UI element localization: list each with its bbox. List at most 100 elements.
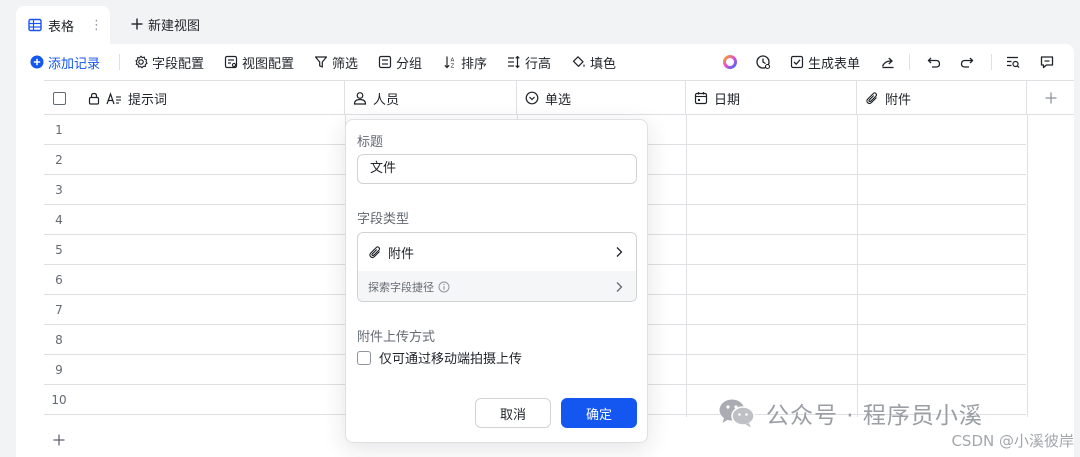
column-header-prompt[interactable]: 提示词: [74, 81, 345, 115]
table-icon: [28, 18, 42, 32]
row-number: 10: [51, 393, 67, 407]
group-button[interactable]: 分组: [378, 52, 422, 72]
column-label: 人员: [373, 92, 400, 108]
column-header-person[interactable]: 人员: [345, 81, 517, 115]
field-config-label: 字段配置: [152, 56, 205, 72]
tab-grid-view[interactable]: 表格 ⋮: [16, 6, 110, 44]
mobile-only-option[interactable]: 仅可通过移动端拍摄上传: [357, 348, 522, 367]
wechat-icon: [718, 397, 756, 429]
info-icon[interactable]: [438, 281, 450, 293]
column-header-date[interactable]: 日期: [686, 81, 857, 115]
csdn-credit: CSDN @小溪彼岸: [951, 432, 1074, 450]
undo-icon[interactable]: [924, 52, 944, 72]
column-label: 单选: [545, 92, 572, 108]
row-number: 1: [55, 123, 63, 137]
fill-color-label: 填色: [590, 56, 617, 72]
lock-icon: [88, 92, 100, 105]
row-number: 3: [55, 183, 63, 197]
toolbar-divider: [909, 54, 910, 70]
tab-more-icon[interactable]: ⋮: [90, 18, 103, 33]
text-field-icon: [106, 91, 122, 105]
filter-button[interactable]: 筛选: [314, 52, 358, 72]
mobile-only-label: 仅可通过移动端拍摄上传: [379, 352, 523, 367]
grid-header: 提示词 人员 单选 日期 附件: [44, 81, 1074, 115]
explore-shortcut-row[interactable]: 探索字段捷径: [358, 271, 636, 301]
sort-label: 排序: [461, 56, 488, 72]
chevron-right-icon: [614, 246, 624, 258]
gear-icon: [134, 55, 148, 69]
generate-form-label: 生成表单: [808, 56, 861, 72]
field-title-input[interactable]: 文件: [357, 154, 637, 184]
toolbar-divider: [119, 54, 120, 70]
group-icon: [378, 55, 392, 69]
watermark-text: 公众号 · 程序员小溪: [766, 403, 983, 429]
attachment-icon: [368, 245, 382, 259]
column-header-attachment[interactable]: 附件: [857, 81, 1027, 115]
new-view-button[interactable]: 新建视图: [130, 12, 200, 36]
redo-icon[interactable]: [957, 52, 977, 72]
field-config-button[interactable]: 字段配置: [134, 52, 204, 72]
chevron-right-icon: [614, 281, 624, 293]
sort-button[interactable]: AZ 排序: [443, 52, 487, 72]
plus-icon: [130, 17, 144, 31]
row-number: 5: [55, 243, 63, 257]
automation-clock-icon[interactable]: [753, 52, 773, 72]
select-all-checkbox[interactable]: [52, 91, 66, 105]
column-divider: [1027, 115, 1028, 417]
plus-icon: [1044, 91, 1058, 105]
plus-icon: [52, 433, 66, 447]
filter-icon: [314, 55, 328, 69]
fill-color-button[interactable]: 填色: [572, 52, 616, 72]
date-field-icon: [694, 91, 708, 105]
single-select-icon: [525, 91, 539, 105]
column-label: 日期: [714, 92, 741, 108]
row-height-label: 行高: [525, 56, 552, 72]
tab-grid-view-label: 表格: [48, 19, 75, 35]
add-circle-icon: [30, 55, 44, 69]
upload-method-label: 附件上传方式: [357, 330, 436, 345]
group-label: 分组: [396, 56, 423, 72]
find-replace-icon[interactable]: [1003, 52, 1023, 72]
field-type-value: 附件: [388, 246, 415, 262]
add-row-button[interactable]: [44, 425, 74, 455]
ai-assistant-icon[interactable]: [720, 52, 740, 72]
select-all-cell[interactable]: [44, 81, 74, 115]
row-number: 2: [55, 153, 63, 167]
generate-form-button[interactable]: 生成表单: [790, 52, 860, 72]
share-icon[interactable]: [878, 52, 898, 72]
column-label: 提示词: [128, 92, 168, 108]
row-number: 9: [55, 363, 63, 377]
confirm-button[interactable]: 确定: [561, 398, 637, 428]
toolbar-divider: [991, 54, 992, 70]
view-config-button[interactable]: 视图配置: [224, 52, 294, 72]
add-record-label: 添加记录: [48, 56, 101, 72]
view-config-label: 视图配置: [242, 56, 295, 72]
row-number: 8: [55, 333, 63, 347]
comment-icon[interactable]: [1037, 52, 1057, 72]
attachment-field-icon: [865, 91, 879, 105]
field-edit-popover: 标题 文件 字段类型 附件 探索字段捷径 附件上传方式 仅可通过移动端拍摄上传 …: [345, 119, 648, 443]
person-field-icon: [353, 91, 367, 105]
row-number: 6: [55, 273, 63, 287]
field-type-select[interactable]: 附件: [358, 233, 636, 271]
column-label: 附件: [885, 92, 912, 108]
row-number: 4: [55, 213, 63, 227]
field-type-label: 字段类型: [357, 212, 410, 227]
svg-text:Z: Z: [451, 64, 455, 70]
add-column-button[interactable]: [1027, 81, 1074, 115]
view-tab-bar: 表格 ⋮ 新建视图: [0, 0, 1080, 44]
toolbar: 添加记录 字段配置 视图配置 筛选 分组 A Z 排序 行高 填色 生成表单: [16, 44, 1074, 80]
add-record-button[interactable]: 添加记录: [30, 52, 100, 72]
row-height-button[interactable]: 行高: [507, 52, 551, 72]
title-label: 标题: [357, 135, 384, 150]
explore-shortcut-label: 探索字段捷径: [368, 280, 434, 294]
wechat-watermark: 公众号 · 程序员小溪: [718, 396, 983, 430]
paint-bucket-icon: [572, 55, 586, 69]
mobile-only-checkbox[interactable]: [357, 350, 371, 365]
row-number: 7: [55, 303, 63, 317]
filter-label: 筛选: [332, 56, 359, 72]
column-header-single-select[interactable]: 单选: [517, 81, 686, 115]
cancel-button[interactable]: 取消: [475, 398, 551, 428]
row-height-icon: [507, 55, 521, 69]
sort-icon: AZ: [443, 55, 457, 69]
